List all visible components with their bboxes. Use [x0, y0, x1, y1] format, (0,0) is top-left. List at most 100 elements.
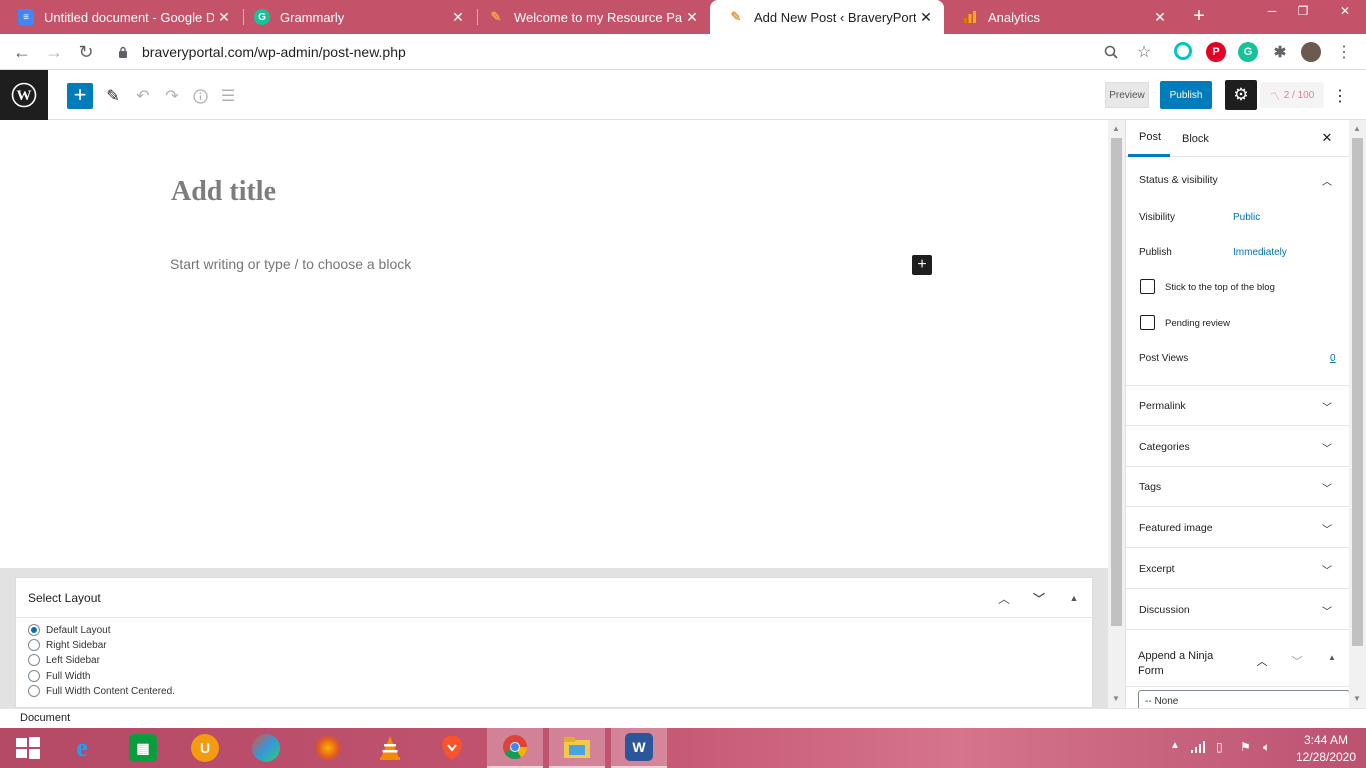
file-explorer-icon[interactable] [549, 728, 605, 768]
app-spiral-icon[interactable] [238, 728, 294, 768]
layout-option-full-width-centered[interactable]: Full Width Content Centered. [28, 685, 175, 697]
close-icon[interactable]: ✕ [448, 9, 468, 26]
layout-option-left-sidebar[interactable]: Left Sidebar [28, 654, 100, 666]
pinterest-icon[interactable]: P [1206, 42, 1226, 62]
panel-featured-image[interactable]: Featured image ﹀ [1126, 508, 1349, 548]
minimize-icon[interactable]: ─ [1257, 0, 1287, 22]
pending-review-checkbox[interactable] [1140, 315, 1155, 330]
tab-google-docs[interactable]: ≡ Untitled document - Google Do ✕ [0, 0, 242, 34]
undo-icon[interactable]: ↶ [131, 84, 155, 108]
word-counter-badge[interactable]: 〽 2 / 100 [1260, 82, 1324, 108]
internet-explorer-icon[interactable]: e [54, 728, 110, 768]
scrollbar-thumb[interactable] [1111, 138, 1122, 626]
close-icon[interactable]: ✕ [214, 9, 234, 26]
tab-analytics[interactable]: Analytics ✕ [944, 0, 1178, 34]
settings-gear-icon[interactable]: ⚙ [1225, 80, 1257, 110]
more-options-icon[interactable]: ⋮ [1330, 84, 1350, 108]
clock-date[interactable]: 12/28/2020 [1290, 750, 1362, 764]
sidebar-scrollbar[interactable]: ▲ ▼ [1349, 120, 1366, 708]
publish-date-link[interactable]: Immediately [1233, 247, 1287, 258]
maximize-icon[interactable]: ❐ [1288, 0, 1318, 22]
tab-add-new-post[interactable]: ✎ Add New Post ‹ BraveryPortal — ✕ [710, 0, 944, 34]
close-icon[interactable]: ✕ [1319, 130, 1335, 146]
extensions-puzzle-icon[interactable]: ✱ [1270, 42, 1290, 62]
volume-icon[interactable]: 🔈︎ [1263, 740, 1270, 755]
new-tab-icon[interactable]: + [1188, 6, 1210, 28]
move-up-icon[interactable]: ︿ [1253, 653, 1271, 671]
post-views-count-link[interactable]: 0 [1330, 353, 1336, 364]
layout-option-full-width[interactable]: Full Width [28, 670, 90, 682]
ninja-form-select[interactable]: -- None [1138, 690, 1349, 708]
tab-post[interactable]: Post [1128, 120, 1170, 157]
vlc-icon[interactable] [362, 728, 418, 768]
radio-button[interactable] [28, 654, 40, 666]
start-button[interactable] [0, 728, 56, 768]
info-icon[interactable] [188, 84, 212, 108]
close-icon[interactable]: ✕ [1150, 9, 1170, 26]
panel-discussion[interactable]: Discussion ﹀ [1126, 590, 1349, 630]
outline-list-icon[interactable]: ☰ [216, 84, 240, 108]
close-icon[interactable]: ✕ [916, 9, 936, 26]
extension-c-icon[interactable] [1174, 42, 1192, 60]
add-block-button[interactable]: + [67, 83, 93, 109]
editor-footer-breadcrumb[interactable]: Document [0, 708, 1366, 728]
panel-status-visibility[interactable]: Status & visibility ︿ [1126, 160, 1349, 200]
move-down-icon[interactable]: ﹀ [1028, 588, 1050, 608]
scroll-down-icon[interactable]: ▼ [1353, 694, 1361, 703]
uc-browser-icon[interactable]: U [177, 728, 233, 768]
redo-icon[interactable]: ↷ [160, 84, 184, 108]
zoom-search-icon[interactable] [1100, 41, 1122, 63]
panel-excerpt[interactable]: Excerpt ﹀ [1126, 549, 1349, 589]
firefox-icon[interactable] [300, 728, 356, 768]
tab-resource-page[interactable]: ✎ Welcome to my Resource Page ✕ [470, 0, 710, 34]
scrollbar-thumb[interactable] [1352, 138, 1363, 646]
collapse-toggle-icon[interactable]: ▲ [1323, 653, 1341, 671]
layout-option-right-sidebar[interactable]: Right Sidebar [28, 639, 107, 651]
close-icon[interactable]: ✕ [682, 9, 702, 26]
tab-block[interactable]: Block [1182, 120, 1209, 157]
panel-permalink[interactable]: Permalink ﹀ [1126, 386, 1349, 426]
radio-button[interactable] [28, 639, 40, 651]
panel-tags[interactable]: Tags ﹀ [1126, 467, 1349, 507]
scroll-down-icon[interactable]: ▼ [1112, 694, 1120, 703]
post-title-input[interactable]: Add title [171, 176, 276, 208]
radio-button[interactable] [28, 624, 40, 636]
grammarly-extension-icon[interactable]: G [1238, 42, 1258, 62]
flag-icon[interactable]: ⚑ [1240, 740, 1251, 754]
preview-button[interactable]: Preview [1105, 82, 1149, 108]
reload-icon[interactable]: ↻ [75, 41, 97, 63]
layout-option-default[interactable]: Default Layout [28, 624, 111, 636]
brave-icon[interactable] [424, 728, 480, 768]
scroll-up-icon[interactable]: ▲ [1112, 124, 1120, 133]
visibility-value-link[interactable]: Public [1233, 212, 1260, 223]
block-placeholder[interactable]: Start writing or type / to choose a bloc… [170, 256, 411, 272]
wordpress-logo-icon[interactable]: W [0, 70, 48, 120]
word-icon[interactable]: W [611, 728, 667, 768]
profile-avatar[interactable] [1301, 42, 1321, 62]
scroll-up-icon[interactable]: ▲ [1353, 124, 1361, 133]
move-up-icon[interactable]: ︿ [993, 588, 1015, 608]
forward-icon[interactable]: → [43, 41, 65, 63]
publish-button[interactable]: Publish [1160, 81, 1212, 109]
radio-button[interactable] [28, 670, 40, 682]
browser-menu-icon[interactable]: ⋮ [1333, 41, 1355, 63]
edit-pencil-icon[interactable]: ✎ [101, 84, 125, 108]
editor-scrollbar[interactable]: ▲ ▼ [1108, 120, 1125, 708]
sticky-checkbox[interactable] [1140, 279, 1155, 294]
show-hidden-icons[interactable]: ▲ [1170, 740, 1180, 751]
battery-icon[interactable]: ▯ [1216, 740, 1223, 754]
window-close-icon[interactable]: ✕ [1330, 0, 1360, 22]
clock-time[interactable]: 3:44 AM [1296, 733, 1356, 747]
address-bar[interactable]: braveryportal.com/wp-admin/post-new.php [110, 38, 1160, 66]
chrome-icon[interactable] [487, 728, 543, 768]
radio-button[interactable] [28, 685, 40, 697]
bookmark-star-icon[interactable]: ☆ [1133, 41, 1155, 63]
store-icon[interactable]: ▦ [115, 728, 171, 768]
move-down-icon[interactable]: ﹀ [1288, 653, 1306, 671]
network-icon[interactable] [1190, 740, 1206, 757]
back-icon[interactable]: ← [11, 41, 33, 63]
tab-grammarly[interactable]: G Grammarly ✕ [236, 0, 476, 34]
inline-add-block-button[interactable]: + [912, 255, 932, 275]
panel-categories[interactable]: Categories ﹀ [1126, 427, 1349, 467]
collapse-toggle-icon[interactable]: ▲ [1063, 588, 1085, 608]
